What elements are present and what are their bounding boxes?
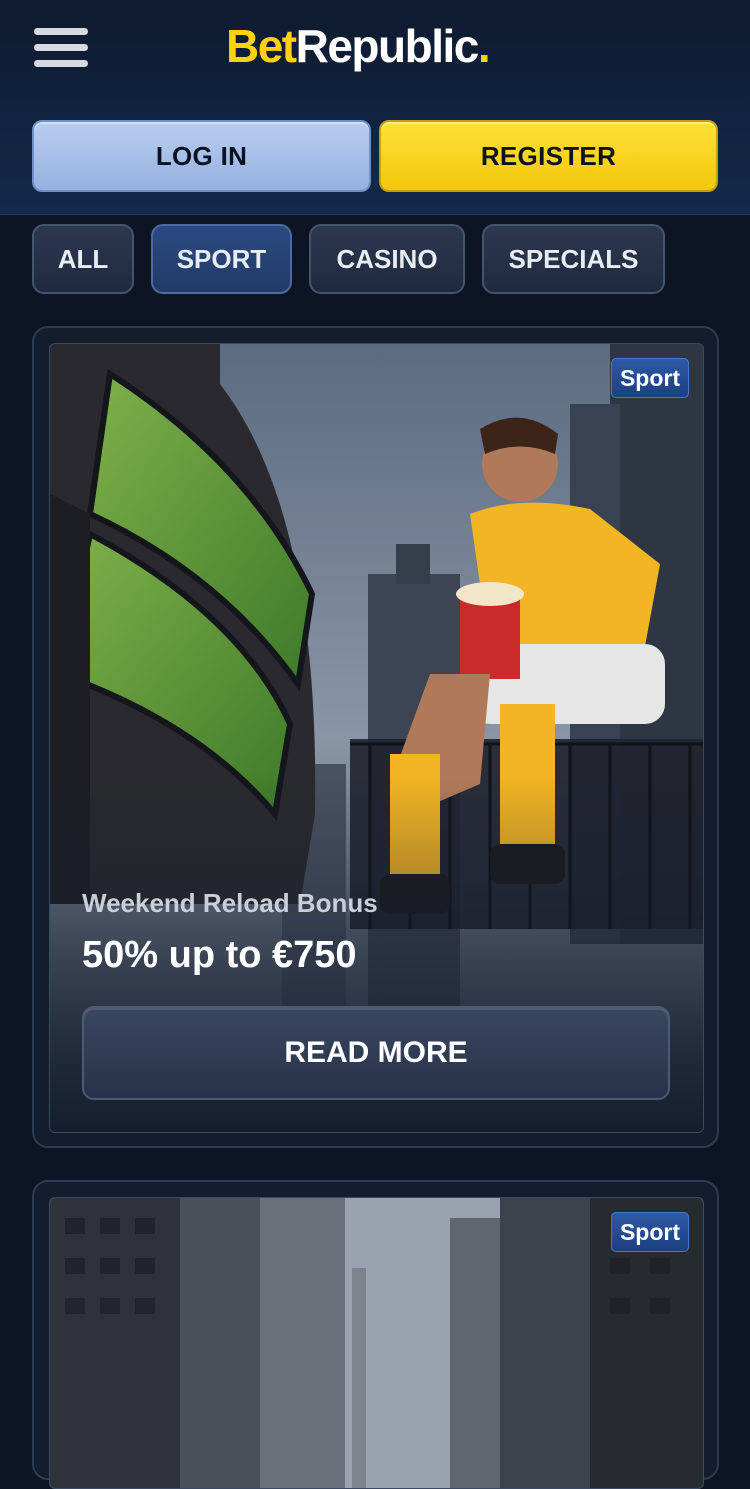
tab-sport[interactable]: SPORT bbox=[151, 224, 292, 294]
login-button[interactable]: LOG IN bbox=[32, 120, 371, 192]
read-more-button[interactable]: READ MORE bbox=[82, 1006, 670, 1100]
promo-card: Sport bbox=[32, 1180, 719, 1489]
tab-casino[interactable]: CASINO bbox=[309, 224, 465, 294]
promo-card-content: Sport Weekend Reload Bonus 50% up to €75… bbox=[49, 343, 704, 1133]
site-header: BetRepublic. LOG IN REGISTER bbox=[0, 0, 750, 215]
tab-all[interactable]: ALL bbox=[32, 224, 134, 294]
brand-logo[interactable]: BetRepublic. bbox=[226, 16, 491, 76]
promo-card-content: Sport bbox=[49, 1197, 704, 1489]
promo-card: Sport Weekend Reload Bonus 50% up to €75… bbox=[32, 326, 719, 1148]
menu-icon[interactable] bbox=[34, 28, 88, 68]
tab-specials[interactable]: SPECIALS bbox=[482, 224, 665, 294]
register-button[interactable]: REGISTER bbox=[379, 120, 718, 192]
category-badge: Sport bbox=[610, 358, 689, 398]
promo-image bbox=[50, 1198, 703, 1488]
promo-subtitle: Weekend Reload Bonus bbox=[82, 888, 378, 918]
promo-title: 50% up to €750 bbox=[82, 934, 357, 976]
logo-dot: . bbox=[477, 20, 491, 72]
logo-bet: Bet bbox=[226, 20, 297, 72]
logo-republic: Republic bbox=[295, 20, 480, 72]
category-badge: Sport bbox=[610, 1212, 689, 1252]
